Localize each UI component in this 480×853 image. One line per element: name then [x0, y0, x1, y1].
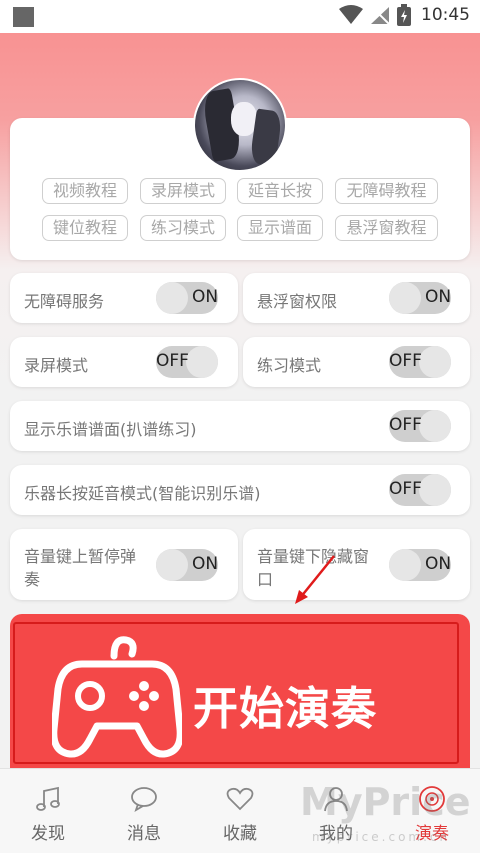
nav-messages[interactable]: 消息 [96, 769, 192, 853]
volume-up-label-line2: 奏 [24, 570, 41, 589]
avatar[interactable] [193, 78, 287, 172]
tag-recording-mode[interactable]: 录屏模式 [140, 178, 226, 204]
show-score-toggle[interactable]: OFF [389, 410, 451, 442]
accessibility-toggle[interactable]: ON [156, 282, 218, 314]
tag-show-score[interactable]: 显示谱面 [237, 215, 323, 241]
nav-favorites[interactable]: 收藏 [192, 769, 288, 853]
volume-down-label-line2: 口 [257, 570, 274, 589]
practice-toggle[interactable]: OFF [389, 346, 451, 378]
setting-accessibility: 无障碍服务 ON [10, 273, 238, 323]
volume-up-label-line1: 音量键上暂停弹 [24, 547, 137, 566]
practice-label: 练习模式 [257, 356, 322, 375]
tag-key-tutorial[interactable]: 键位教程 [42, 215, 128, 241]
no-signal-icon [371, 6, 390, 25]
accessibility-label: 无障碍服务 [24, 292, 105, 311]
sustain-label: 乐器长按延音模式(智能识别乐谱) [24, 484, 261, 503]
floating-window-label: 悬浮窗权限 [257, 292, 338, 311]
recording-toggle[interactable]: OFF [156, 346, 218, 378]
battery-icon [397, 4, 411, 26]
notification-icon [13, 7, 34, 27]
nav-discover-label: 发现 [31, 824, 65, 844]
setting-floating-window: 悬浮窗权限 ON [243, 273, 470, 323]
watermark: MyPrice [300, 780, 471, 824]
nav-discover[interactable]: 发现 [0, 769, 96, 853]
start-performance-button[interactable]: 开始演奏 [10, 614, 470, 774]
tag-sustain[interactable]: 延音长按 [237, 178, 323, 204]
wifi-icon [339, 5, 363, 24]
music-note-icon [36, 786, 60, 811]
watermark-sub: myprice.com.cn [312, 830, 451, 844]
setting-show-score: 显示乐谱谱面(扒谱练习) OFF [10, 401, 470, 451]
annotation-arrow-icon [295, 555, 335, 604]
nav-favorites-label: 收藏 [223, 824, 257, 844]
setting-recording: 录屏模式 OFF [10, 337, 238, 387]
volume-up-toggle[interactable]: ON [156, 549, 218, 581]
status-bar: 10:45 [0, 0, 480, 33]
setting-sustain: 乐器长按延音模式(智能识别乐谱) OFF [10, 465, 470, 515]
start-performance-label: 开始演奏 [193, 682, 378, 735]
gamepad-icon [52, 636, 182, 758]
setting-volume-down: 音量键下隐藏窗 口 ON [243, 529, 470, 600]
nav-messages-label: 消息 [127, 824, 161, 844]
recording-label: 录屏模式 [24, 356, 89, 375]
volume-down-toggle[interactable]: ON [389, 549, 451, 581]
sustain-toggle[interactable]: OFF [389, 474, 451, 506]
floating-window-toggle[interactable]: ON [389, 282, 451, 314]
setting-practice: 练习模式 OFF [243, 337, 470, 387]
tag-accessibility-tutorial[interactable]: 无障碍教程 [335, 178, 438, 204]
tag-practice-mode[interactable]: 练习模式 [140, 215, 226, 241]
tag-floating-tutorial[interactable]: 悬浮窗教程 [335, 215, 438, 241]
tag-video-tutorial[interactable]: 视频教程 [42, 178, 128, 204]
heart-icon [226, 787, 254, 811]
status-time: 10:45 [421, 5, 470, 25]
show-score-label: 显示乐谱谱面(扒谱练习) [24, 420, 197, 439]
chat-bubble-icon [131, 787, 157, 812]
setting-volume-up: 音量键上暂停弹 奏 ON [10, 529, 238, 600]
